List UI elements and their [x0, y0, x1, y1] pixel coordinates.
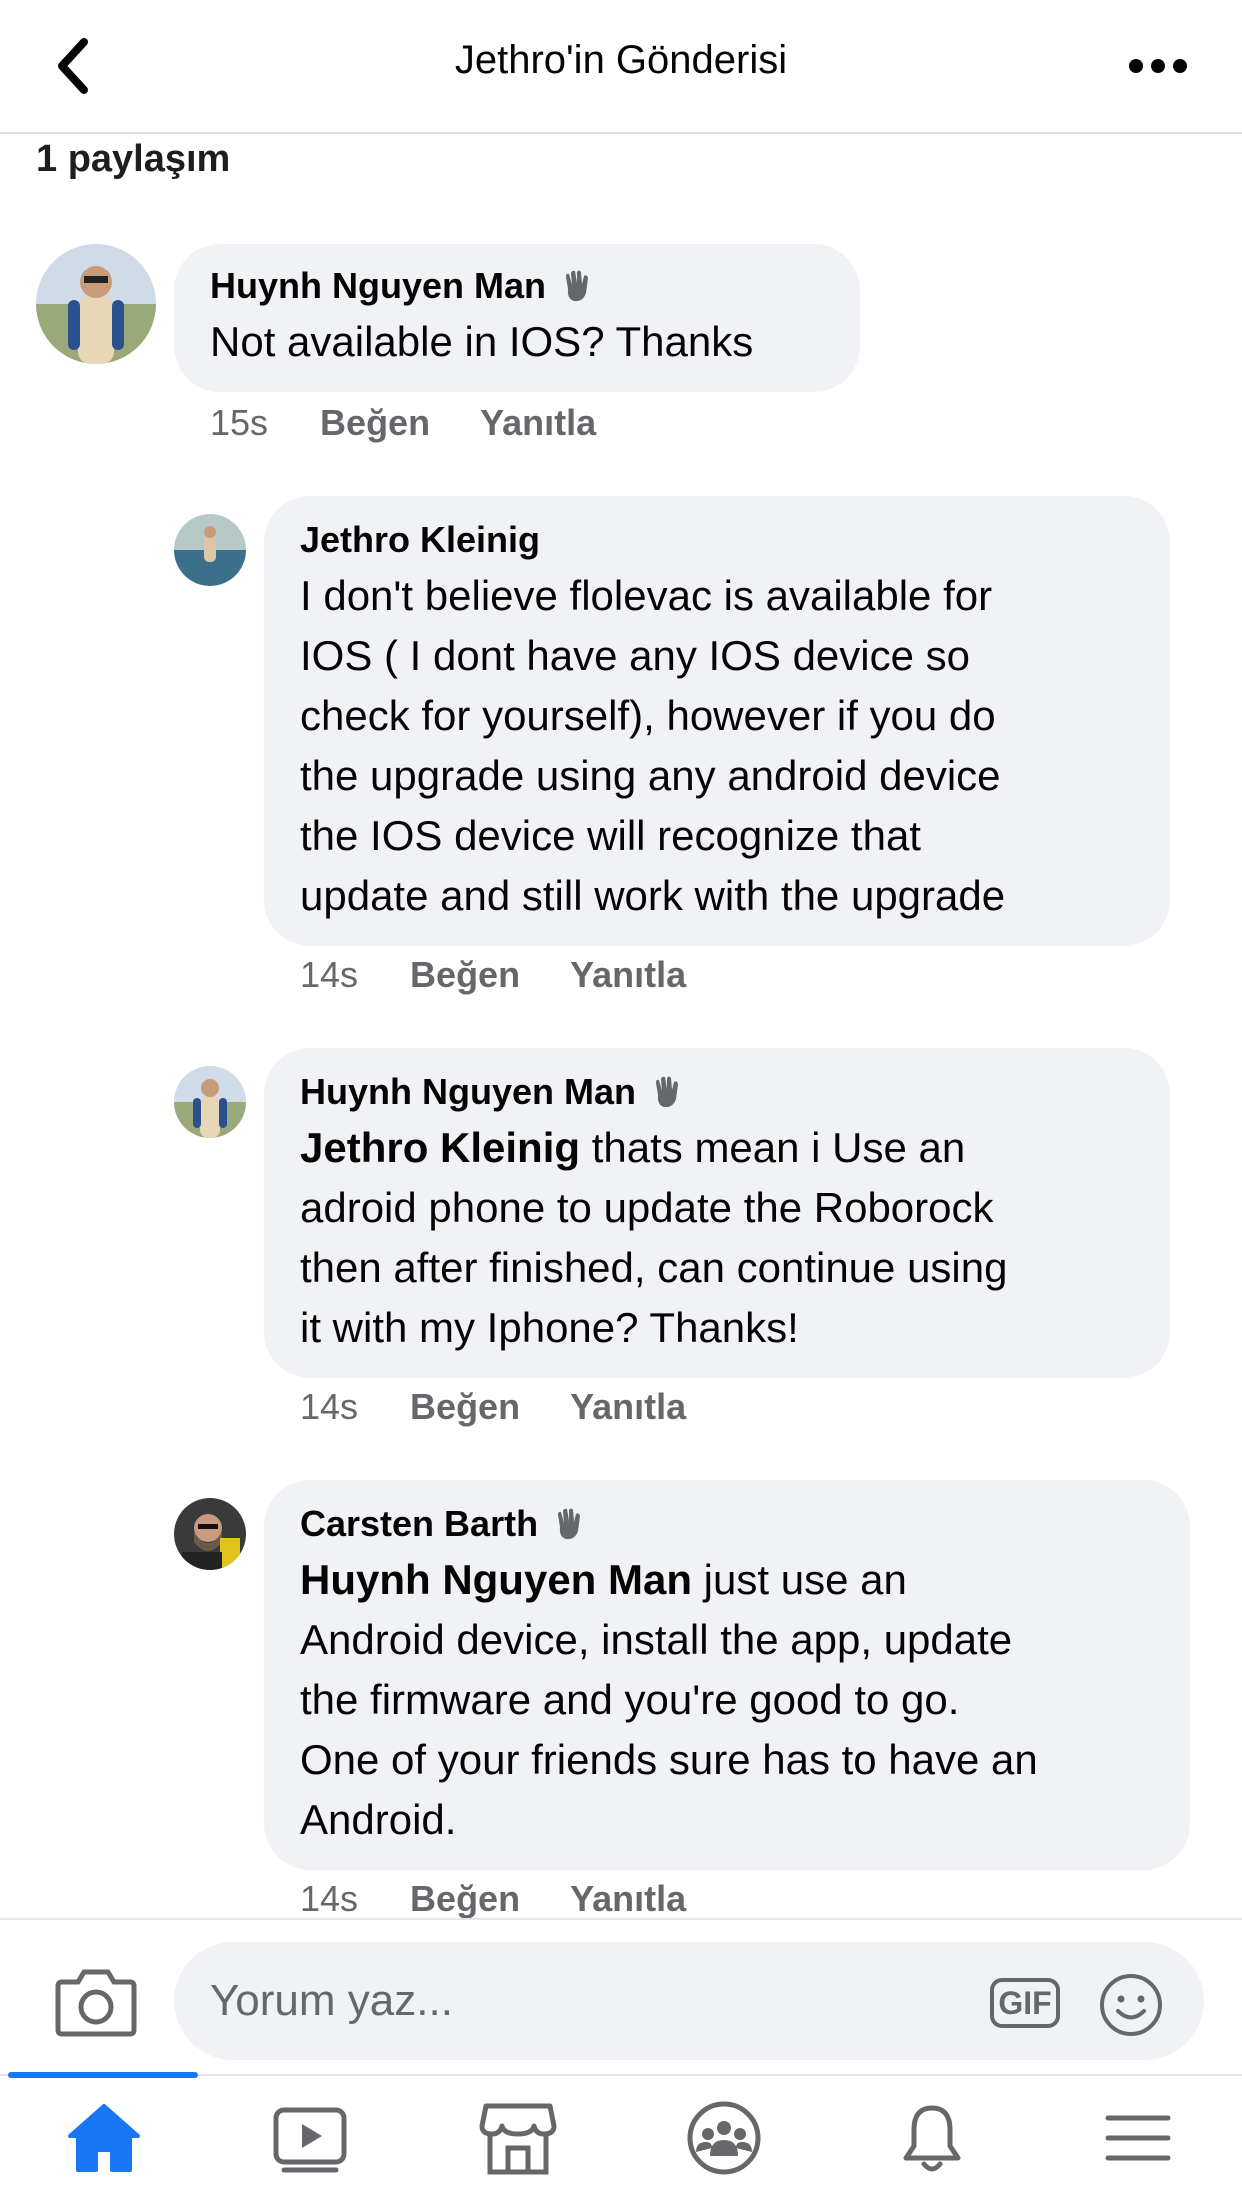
comment-line: then after finished, can continue using: [300, 1244, 1008, 1291]
tab-groups[interactable]: [676, 2090, 772, 2186]
comment-line: IOS ( I dont have any IOS device so: [300, 632, 971, 679]
comment-author: Huynh Nguyen Man: [210, 264, 824, 308]
home-icon: [68, 2104, 140, 2172]
wave-hand-icon: [656, 1076, 679, 1108]
camera-icon: [55, 1969, 137, 2037]
smiley-icon: [1100, 1974, 1162, 2036]
comment-bubble[interactable]: Huynh Nguyen Man Not available in IOS? T…: [174, 244, 860, 392]
comment-author: Jethro Kleinig: [300, 519, 541, 560]
comment-line: Android.: [300, 1796, 457, 1843]
tab-notifications[interactable]: [884, 2090, 980, 2186]
comment-text: I don't believe flolevac is available fo…: [300, 566, 1134, 926]
like-button[interactable]: Beğen: [320, 402, 430, 444]
avatar[interactable]: [36, 244, 156, 364]
comment-line: check for yourself), however if you do: [300, 692, 996, 739]
comment-line: thats mean i Use an: [580, 1124, 966, 1171]
comment-line: the upgrade using any android device: [300, 752, 1001, 799]
camera-button[interactable]: [54, 1964, 138, 2038]
gif-button[interactable]: GIF: [990, 1978, 1060, 2028]
comment-text: Not available in IOS? Thanks: [210, 318, 754, 365]
comment-author: Huynh Nguyen Man: [300, 1070, 1134, 1114]
tab-home[interactable]: [56, 2090, 152, 2186]
avatar[interactable]: [174, 1498, 246, 1570]
comment-time[interactable]: 14s: [300, 1386, 358, 1428]
reply-button[interactable]: Yanıtla: [570, 954, 686, 996]
tab-marketplace[interactable]: [470, 2090, 566, 2186]
reply-button[interactable]: Yanıtla: [480, 402, 596, 444]
comment-text: Jethro Kleinig thats mean i Use an adroi…: [300, 1118, 1134, 1358]
mention-link[interactable]: Jethro Kleinig: [300, 1124, 580, 1171]
more-icon: [1129, 59, 1187, 73]
comment-actions: 14s Beğen Yanıtla: [300, 1386, 686, 1428]
comment-bubble[interactable]: Huynh Nguyen Man Jethro Kleinig thats me…: [264, 1048, 1170, 1378]
bottom-tab-bar: [0, 2072, 1242, 2210]
active-tab-indicator: [8, 2072, 198, 2078]
bell-icon: [903, 2105, 961, 2172]
avatar[interactable]: [174, 514, 246, 586]
more-options-button[interactable]: [1110, 24, 1206, 108]
reply-button[interactable]: Yanıtla: [570, 1386, 686, 1428]
mention-link[interactable]: Huynh Nguyen Man: [300, 1556, 692, 1603]
like-button[interactable]: Beğen: [410, 1386, 520, 1428]
comment-time[interactable]: 15s: [210, 402, 268, 444]
comment-line: the firmware and you're good to go.: [300, 1676, 960, 1723]
comment-text: Huynh Nguyen Man just use an Android dev…: [300, 1550, 1154, 1850]
emoji-button[interactable]: [1098, 1972, 1164, 2038]
shop-icon: [479, 2103, 557, 2175]
comment-time[interactable]: 14s: [300, 954, 358, 996]
comment-time[interactable]: 14s: [300, 1878, 358, 1920]
wave-hand-icon: [558, 1508, 581, 1540]
comment-bubble[interactable]: Jethro Kleinig I don't believe flolevac …: [264, 496, 1170, 946]
comment-actions: 15s Beğen Yanıtla: [210, 402, 596, 444]
video-icon: [273, 2107, 347, 2173]
like-button[interactable]: Beğen: [410, 1878, 520, 1920]
comment-line: adroid phone to update the Roborock: [300, 1184, 994, 1231]
reply-button[interactable]: Yanıtla: [570, 1878, 686, 1920]
top-bar: Jethro'in Gönderisi: [0, 0, 1242, 134]
avatar[interactable]: [174, 1066, 246, 1138]
comment-composer: GIF: [0, 1918, 1242, 2076]
tab-menu[interactable]: [1090, 2090, 1186, 2186]
share-count[interactable]: 1 paylaşım: [36, 138, 230, 181]
comment-line: update and still work with the upgrade: [300, 872, 1006, 919]
comment-line: just use an: [692, 1556, 907, 1603]
groups-icon: [687, 2101, 761, 2175]
comment-actions: 14s Beğen Yanıtla: [300, 954, 686, 996]
page-title: Jethro'in Gönderisi: [454, 38, 788, 82]
wave-hand-icon: [566, 270, 589, 302]
comment-bubble[interactable]: Carsten Barth Huynh Nguyen Man just use …: [264, 1480, 1190, 1870]
comment-line: it with my Iphone? Thanks!: [300, 1304, 799, 1351]
comment-actions: 14s Beğen Yanıtla: [300, 1878, 686, 1920]
comment-line: One of your friends sure has to have an: [300, 1736, 1038, 1783]
comment-line: I don't believe flolevac is available fo…: [300, 572, 993, 619]
comment-line: the IOS device will recognize that: [300, 812, 921, 859]
like-button[interactable]: Beğen: [410, 954, 520, 996]
menu-icon: [1105, 2115, 1171, 2161]
comment-author: Carsten Barth: [300, 1502, 1154, 1546]
tab-watch[interactable]: [262, 2090, 358, 2186]
comment-line: Android device, install the app, update: [300, 1616, 1013, 1663]
